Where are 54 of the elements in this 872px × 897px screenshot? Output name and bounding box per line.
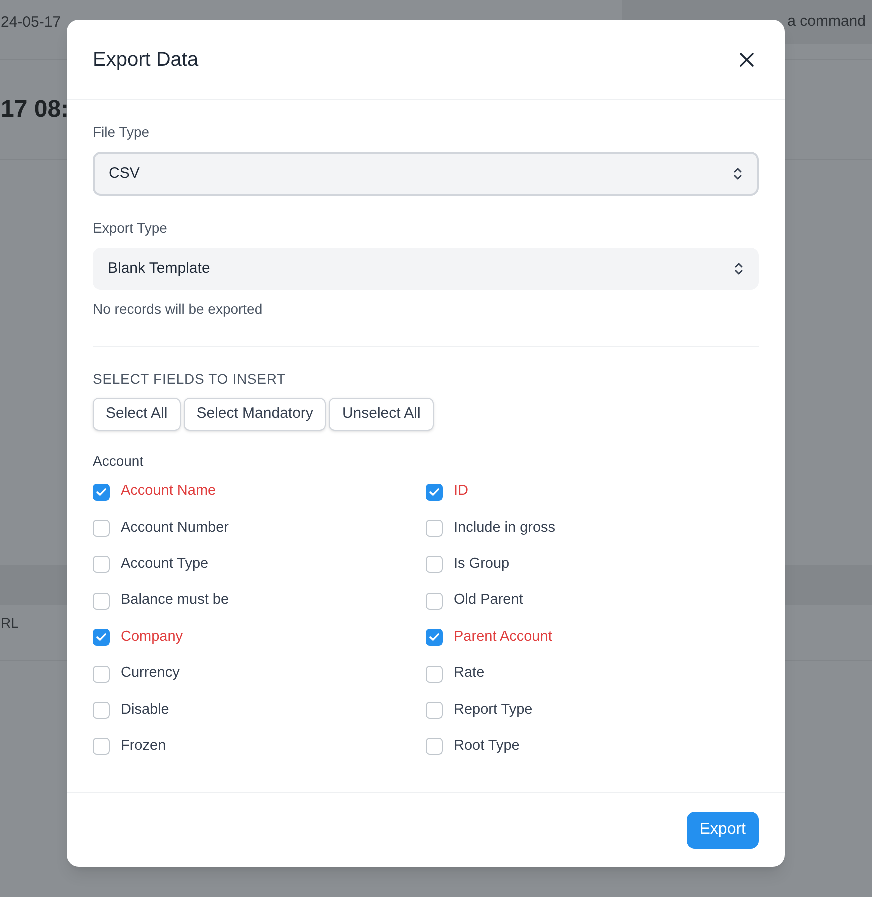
field-label: Export Type	[93, 219, 168, 238]
check-icon	[96, 633, 107, 642]
field-description: No records will be exported	[93, 300, 264, 319]
check-icon	[429, 488, 440, 497]
select-button[interactable]: Select Mandatory	[184, 398, 326, 431]
field-checkbox-row[interactable]: ID	[426, 474, 759, 510]
close-icon	[739, 52, 755, 68]
checkbox[interactable]	[426, 484, 443, 501]
checkbox[interactable]	[426, 629, 443, 646]
field-checkbox-row[interactable]: Disable	[93, 692, 426, 729]
field-checkbox-row[interactable]: Account Name	[93, 474, 426, 510]
select-button[interactable]: Select All	[93, 398, 181, 431]
checkbox[interactable]	[426, 592, 443, 610]
table-cell-text: RL	[1, 614, 19, 633]
export-type-select[interactable]: Blank Template	[93, 248, 759, 290]
checkbox[interactable]	[426, 556, 443, 574]
search-placeholder: a command	[788, 12, 866, 32]
field-checkbox-row[interactable]: Is Group	[426, 546, 759, 584]
field-checkbox-row[interactable]: Rate	[426, 656, 759, 692]
field-label: File Type	[93, 123, 151, 142]
page-heading: 17 08:	[1, 94, 70, 124]
field-checkbox-row[interactable]: Company	[93, 620, 426, 656]
checkbox[interactable]	[426, 702, 443, 720]
select-arrows-icon	[733, 166, 743, 182]
checkbox[interactable]	[93, 629, 110, 646]
check-icon	[96, 488, 107, 497]
checkbox[interactable]	[426, 666, 443, 683]
field-checkbox-row[interactable]: Report Type	[426, 692, 759, 729]
field-checkbox-row[interactable]: Old Parent	[426, 583, 759, 620]
field-checkbox-row[interactable]: Root Type	[426, 728, 759, 766]
file-type-select[interactable]: CSV	[93, 152, 759, 196]
timestamp-text: 24-05-17	[1, 13, 62, 33]
check-icon	[429, 633, 440, 642]
checkbox[interactable]	[93, 592, 110, 610]
checkbox[interactable]	[426, 738, 443, 756]
group-label: Account	[93, 452, 145, 471]
checkbox[interactable]	[426, 520, 443, 538]
field-checkbox-row[interactable]: Balance must be	[93, 583, 426, 620]
checkbox[interactable]	[93, 484, 110, 501]
checkbox[interactable]	[93, 520, 110, 538]
field-checkbox-row[interactable]: Include in gross	[426, 510, 759, 547]
select-button[interactable]: Unselect All	[329, 398, 434, 431]
checkbox[interactable]	[93, 702, 110, 720]
field-checkbox-row[interactable]: Parent Account	[426, 620, 759, 656]
section-title: SELECT FIELDS TO INSERT	[93, 370, 287, 389]
checkbox[interactable]	[93, 666, 110, 683]
select-arrows-icon	[734, 261, 744, 277]
field-checkbox-row[interactable]: Currency	[93, 656, 426, 692]
field-checkbox-row[interactable]: Account Number	[93, 510, 426, 547]
field-checkbox-row[interactable]: Frozen	[93, 728, 426, 766]
field-checkbox-row[interactable]: Account Type	[93, 546, 426, 584]
dialog-title: Export Data	[93, 48, 199, 72]
checkbox[interactable]	[93, 738, 110, 756]
checkbox[interactable]	[93, 556, 110, 574]
